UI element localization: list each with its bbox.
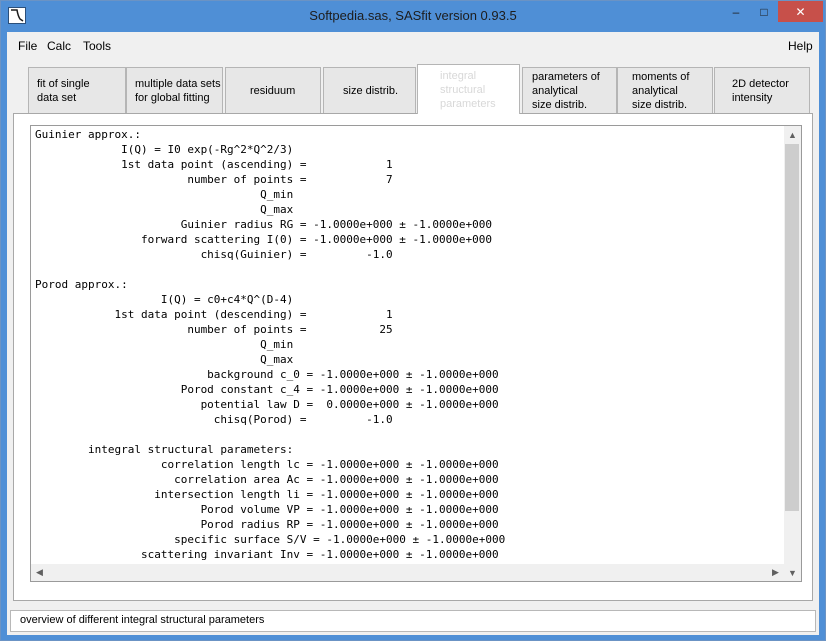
result-line: Porod constant c_4 = -1.0000e+000 ± -1.0…	[35, 383, 499, 396]
result-line: integral structural parameters:	[35, 443, 294, 456]
result-line: Q_min	[35, 188, 294, 201]
tab-fit-single[interactable]: fit of single data set	[28, 67, 126, 113]
scroll-down-icon[interactable]: ▼	[784, 564, 801, 581]
result-line	[35, 262, 780, 277]
result-line: Guinier approx.:	[35, 128, 141, 141]
title-bar[interactable]: Softpedia.sas, SASfit version 0.93.5 – □…	[1, 1, 825, 31]
tab-size-distrib[interactable]: size distrib.	[323, 67, 416, 113]
scroll-left-icon[interactable]: ◀	[31, 564, 48, 581]
app-window: Softpedia.sas, SASfit version 0.93.5 – □…	[0, 0, 826, 641]
tab-multiple-data-sets[interactable]: multiple data sets for global fitting	[126, 67, 223, 113]
close-button[interactable]: ✕	[778, 1, 823, 22]
tab-label: multiple data sets for global fitting	[135, 77, 221, 104]
result-line: chisq(Guinier) = -1.0	[35, 248, 393, 261]
tab-panel: Guinier approx.: I(Q) = I0 exp(-Rg^2*Q^2…	[13, 113, 813, 601]
result-line: Porod volume VP = -1.0000e+000 ± -1.0000…	[35, 503, 499, 516]
result-line: Porod radius RP = -1.0000e+000 ± -1.0000…	[35, 518, 499, 531]
result-line: Q_max	[35, 353, 294, 366]
tab-2d-detector[interactable]: 2D detector intensity	[714, 67, 810, 113]
menu-calc[interactable]: Calc	[47, 39, 71, 53]
result-line: background c_0 = -1.0000e+000 ± -1.0000e…	[35, 368, 499, 381]
result-line: Q_min	[35, 338, 294, 351]
tab-moments-analytical[interactable]: moments of analytical size distrib.	[617, 67, 713, 113]
minimize-button[interactable]: –	[722, 1, 750, 22]
tab-label: fit of single data set	[37, 77, 90, 104]
tab-label: 2D detector intensity	[732, 77, 789, 104]
vertical-scroll-thumb[interactable]	[785, 144, 799, 511]
status-bar: overview of different integral structura…	[10, 610, 816, 632]
result-line: Guinier radius RG = -1.0000e+000 ± -1.00…	[35, 218, 492, 231]
vertical-scrollbar[interactable]: ▲ ▼	[784, 126, 801, 581]
tab-residuum[interactable]: residuum	[225, 67, 321, 113]
result-line: 1st data point (ascending) = 1	[35, 158, 393, 171]
result-line: correlation length lc = -1.0000e+000 ± -…	[35, 458, 499, 471]
tab-label: integral structural parameters	[440, 69, 496, 110]
result-line: potential law D = 0.0000e+000 ± -1.0000e…	[35, 398, 499, 411]
client-area: File Calc Tools Help fit of single data …	[7, 32, 819, 635]
tab-control: fit of single data set multiple data set…	[10, 60, 816, 601]
results-text-area[interactable]: Guinier approx.: I(Q) = I0 exp(-Rg^2*Q^2…	[30, 125, 802, 582]
maximize-button[interactable]: □	[750, 1, 778, 22]
result-line: correlation area Ac = -1.0000e+000 ± -1.…	[35, 473, 499, 486]
menu-help[interactable]: Help	[788, 39, 813, 53]
results-text: Guinier approx.: I(Q) = I0 exp(-Rg^2*Q^2…	[35, 127, 780, 564]
menu-file[interactable]: File	[18, 39, 37, 53]
result-line: forward scattering I(0) = -1.0000e+000 ±…	[35, 233, 492, 246]
result-line: number of points = 25	[35, 323, 393, 336]
tab-label: size distrib.	[343, 84, 399, 97]
window-title: Softpedia.sas, SASfit version 0.93.5	[309, 8, 517, 23]
result-line: number of points = 7	[35, 173, 393, 186]
result-line: intersection length li = -1.0000e+000 ± …	[35, 488, 499, 501]
tab-integral-structural-parameters[interactable]: integral structural parameters	[417, 64, 520, 114]
result-line: scattering invariant Inv = -1.0000e+000 …	[35, 548, 499, 561]
result-line: chisq(Porod) = -1.0	[35, 413, 393, 426]
scroll-right-icon[interactable]: ▶	[767, 564, 784, 581]
horizontal-scrollbar[interactable]: ◀ ▶	[31, 564, 784, 581]
tab-parameters-analytical[interactable]: parameters of analytical size distrib.	[522, 67, 617, 113]
result-line: Porod approx.:	[35, 278, 128, 291]
result-line	[35, 427, 780, 442]
result-line: I(Q) = c0+c4*Q^(D-4)	[35, 293, 294, 306]
tab-label: moments of analytical size distrib.	[632, 70, 690, 111]
scroll-up-icon[interactable]: ▲	[784, 126, 801, 143]
result-line: 1st data point (descending) = 1	[35, 308, 393, 321]
result-line: I(Q) = I0 exp(-Rg^2*Q^2/3)	[35, 143, 294, 156]
result-line: specific surface S/V = -1.0000e+000 ± -1…	[35, 533, 506, 546]
menu-bar: File Calc Tools Help	[7, 32, 819, 58]
tab-label: residuum	[250, 84, 296, 97]
tab-label: parameters of analytical size distrib.	[532, 70, 600, 111]
result-line: Q_max	[35, 203, 294, 216]
menu-tools[interactable]: Tools	[83, 39, 111, 53]
